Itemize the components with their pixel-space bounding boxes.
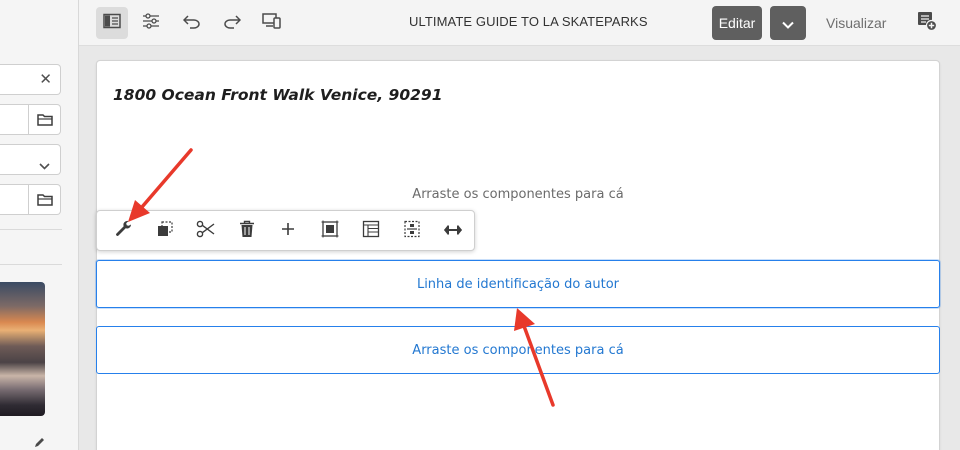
undo-icon xyxy=(182,14,201,33)
redo-button[interactable] xyxy=(216,7,248,39)
sidebar-path-field-2[interactable] xyxy=(0,184,61,215)
clear-icon[interactable]: ✕ xyxy=(39,70,52,88)
emulator-icon xyxy=(262,13,282,33)
parent-button[interactable] xyxy=(392,213,433,249)
annotations-icon xyxy=(916,10,938,36)
sidebar-text-field[interactable]: ✕ xyxy=(0,64,61,95)
page-canvas: 1800 Ocean Front Walk Venice, 90291 Arra… xyxy=(96,60,940,450)
resize-button[interactable] xyxy=(433,213,474,249)
cut-button[interactable] xyxy=(185,213,226,249)
editor-toolbar: ULTIMATE GUIDE TO LA SKATEPARKS Editar V… xyxy=(79,0,960,46)
undo-button[interactable] xyxy=(176,7,208,39)
sidebar-dropdown[interactable] xyxy=(0,144,61,175)
copy-icon xyxy=(156,220,174,242)
author-byline-component[interactable]: Linha de identificação do autor xyxy=(96,260,940,308)
side-panel: ✕ xyxy=(0,0,79,450)
divider xyxy=(0,229,62,230)
image-thumbnail[interactable] xyxy=(0,282,45,416)
pencil-icon[interactable] xyxy=(33,434,45,450)
preview-button[interactable]: Visualizar xyxy=(826,15,886,31)
folder-icon[interactable] xyxy=(28,105,60,134)
mode-selector-button[interactable] xyxy=(770,6,806,40)
component-toolbar xyxy=(96,210,475,251)
edit-mode-button[interactable]: Editar xyxy=(712,6,762,40)
annotations-button[interactable] xyxy=(913,9,941,37)
emulator-button[interactable] xyxy=(256,7,288,39)
delete-icon xyxy=(239,220,255,242)
chevron-down-icon xyxy=(782,14,794,33)
redo-icon xyxy=(223,14,242,33)
insert-button[interactable] xyxy=(268,213,309,249)
copy-button[interactable] xyxy=(144,213,185,249)
address-text: 1800 Ocean Front Walk Venice, 90291 xyxy=(113,86,443,104)
cut-icon xyxy=(196,220,216,242)
drop-zone-component[interactable]: Arraste os componentes para cá xyxy=(96,326,940,374)
delete-button[interactable] xyxy=(227,213,268,249)
sidebar-path-field[interactable] xyxy=(0,104,61,135)
configure-button[interactable] xyxy=(103,213,144,249)
insert-plus-icon xyxy=(280,221,296,241)
page-properties-button[interactable] xyxy=(135,7,167,39)
toggle-side-panel-icon xyxy=(103,13,121,33)
layout-button[interactable] xyxy=(350,213,391,249)
page-title: ULTIMATE GUIDE TO LA SKATEPARKS xyxy=(409,14,648,29)
drop-zone-placeholder[interactable]: Arraste os componentes para cá xyxy=(97,187,939,202)
group-button[interactable] xyxy=(309,213,350,249)
chevron-down-icon xyxy=(39,155,50,174)
resize-icon xyxy=(443,221,463,240)
divider xyxy=(0,264,62,265)
configure-wrench-icon xyxy=(115,220,133,242)
component-label: Linha de identificação do autor xyxy=(416,276,620,292)
page-properties-icon xyxy=(142,13,160,33)
folder-icon[interactable] xyxy=(28,185,60,214)
parent-icon xyxy=(403,220,421,242)
toggle-side-panel-button[interactable] xyxy=(96,7,128,39)
layout-icon xyxy=(362,220,380,242)
group-icon xyxy=(321,220,339,242)
drop-zone-label: Arraste os componentes para cá xyxy=(412,342,624,358)
